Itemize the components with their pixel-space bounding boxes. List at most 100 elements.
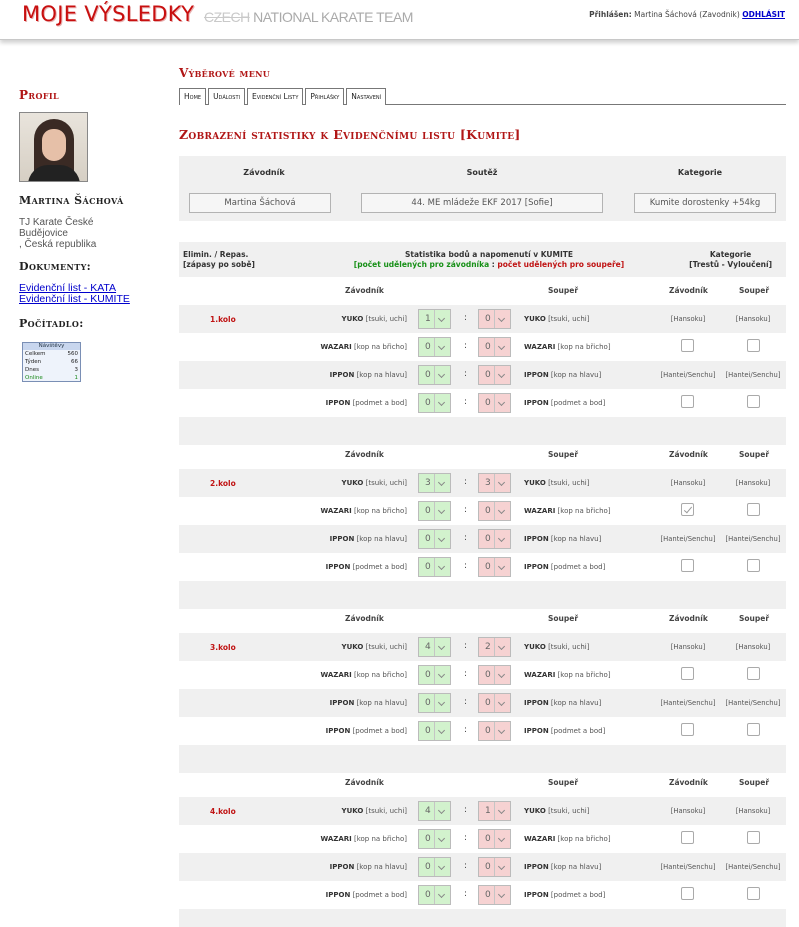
round-label: 4.kolo [210,807,236,816]
penalty-label-opponent: [Hansoku] [735,807,771,815]
opponent-score-select[interactable]: 1 [478,801,511,821]
hansoku-checkbox-athlete[interactable] [681,667,694,680]
chevron-down-icon [494,394,510,412]
athlete-score-select[interactable]: 0 [418,337,451,357]
counter-heading: Návštěvy [23,343,80,350]
score-separator: : [464,805,468,815]
chevron-down-icon [494,474,510,492]
score-row: IPPON [podmet a bod] 0:0 IPPON [podmet a b… [179,881,786,909]
opponent-score-select[interactable]: 0 [478,337,511,357]
hantei-checkbox-athlete[interactable] [681,395,694,408]
hansoku-checkbox-athlete[interactable] [681,831,694,844]
opponent-score-select[interactable]: 0 [478,365,511,385]
chevron-down-icon [434,858,450,876]
penalty-label-opponent: [Hantei/Senchu] [725,535,781,543]
hansoku-checkbox-athlete[interactable] [681,339,694,352]
info-athlete-value: Martina Šáchová [189,193,331,213]
opponent-score-label: YUKO [tsuki, uchi] [524,479,590,487]
athlete-score-select[interactable]: 0 [418,693,451,713]
opponent-score-label: IPPON [kop na hlavu] [524,371,602,379]
hansoku-checkbox-opponent[interactable] [747,503,760,516]
hantei-checkbox-athlete[interactable] [681,723,694,736]
athlete-score-label: IPPON [kop na hlavu] [329,699,407,707]
athlete-score-select[interactable]: 0 [418,885,451,905]
chevron-down-icon [494,694,510,712]
athlete-score-label: WAZARI [kop na břicho] [320,507,407,515]
score-separator: : [464,641,468,651]
athlete-score-select[interactable]: 0 [418,721,451,741]
round-spacer [179,909,786,927]
score-separator: : [464,889,468,899]
hantei-checkbox-athlete[interactable] [681,887,694,900]
athlete-score-select[interactable]: 1 [418,309,451,329]
chevron-down-icon [434,474,450,492]
opponent-score-select[interactable]: 0 [478,501,511,521]
score-separator: : [464,341,468,351]
athlete-score-select[interactable]: 0 [418,365,451,385]
athlete-score-label: IPPON [podmet a bod] [325,891,407,899]
document-link-kumite[interactable]: Evidenční list - KUMITE [19,294,159,305]
hansoku-checkbox-opponent[interactable] [747,831,760,844]
opponent-score-select[interactable]: 0 [478,529,511,549]
opponent-score-select[interactable]: 0 [478,665,511,685]
athlete-score-label: WAZARI [kop na břicho] [320,835,407,843]
score-row: IPPON [podmet a bod] 0:0 IPPON [podmet a b… [179,389,786,417]
opponent-score-select[interactable]: 2 [478,637,511,657]
hantei-checkbox-opponent[interactable] [747,395,760,408]
hantei-checkbox-opponent[interactable] [747,559,760,572]
athlete-score-select[interactable]: 0 [418,665,451,685]
col-athlete: Závodník [345,450,384,459]
col-opponent: Soupeř [548,286,579,295]
tab-events[interactable]: Události [208,88,245,105]
tab-registrations[interactable]: Přihlášky [305,88,345,105]
hantei-checkbox-opponent[interactable] [747,887,760,900]
athlete-score-label: IPPON [podmet a bod] [325,563,407,571]
score-separator: : [464,861,468,871]
athlete-score-select[interactable]: 0 [418,829,451,849]
chevron-down-icon [434,530,450,548]
opponent-score-select[interactable]: 3 [478,473,511,493]
round-header-row: Závodník Soupeř Závodník Soupeř [179,769,786,797]
hantei-checkbox-opponent[interactable] [747,723,760,736]
score-row: 2.kolo YUKO [tsuki, uchi] 3:3 YUKO [tsuki, … [179,469,786,497]
col-athlete: Závodník [345,286,384,295]
athlete-score-select[interactable]: 0 [418,393,451,413]
athlete-score-select[interactable]: 4 [418,801,451,821]
col-athlete: Závodník [345,614,384,623]
athlete-score-select[interactable]: 0 [418,501,451,521]
round-label: 2.kolo [210,479,236,488]
athlete-score-select[interactable]: 0 [418,529,451,549]
athlete-score-select[interactable]: 3 [418,473,451,493]
opponent-score-select[interactable]: 0 [478,393,511,413]
hansoku-checkbox-opponent[interactable] [747,667,760,680]
logout-link[interactable]: ODHLÁSIT [742,10,785,19]
site-logo[interactable]: MOJE VÝSLEDKY [22,2,194,26]
round-label: 3.kolo [210,643,236,652]
opponent-score-select[interactable]: 0 [478,721,511,741]
opponent-score-select[interactable]: 0 [478,885,511,905]
hansoku-checkbox-opponent[interactable] [747,339,760,352]
tab-settings[interactable]: Nastavení [346,88,387,105]
club-line: TJ Karate České [19,217,94,228]
score-separator: : [464,725,468,735]
info-category-header: Kategorie [677,168,723,177]
opponent-score-select[interactable]: 0 [478,557,511,577]
tab-records[interactable]: Evidenční Listy [246,88,304,105]
hansoku-checkbox-athlete[interactable] [681,503,694,516]
athlete-score-select[interactable]: 4 [418,637,451,657]
opponent-score-select[interactable]: 0 [478,829,511,849]
opponent-score-select[interactable]: 0 [478,693,511,713]
opponent-score-select[interactable]: 0 [478,857,511,877]
chevron-down-icon [494,502,510,520]
col-penalty-athlete: Závodník [669,450,708,459]
athlete-score-select[interactable]: 0 [418,557,451,577]
chevron-down-icon [434,886,450,904]
athlete-score-select[interactable]: 0 [418,857,451,877]
tab-home[interactable]: Home [179,88,207,105]
penalty-label-athlete: [Hantei/Senchu] [660,535,716,543]
athlete-score-label: YUKO [tsuki, uchi] [341,807,407,815]
round-block: Závodník Soupeř Závodník Soupeř 4.kolo YUKO [… [179,769,786,927]
stats-header: Elimin. / Repas. [zápasy po sobě] Statis… [179,242,786,277]
hantei-checkbox-athlete[interactable] [681,559,694,572]
opponent-score-select[interactable]: 0 [478,309,511,329]
